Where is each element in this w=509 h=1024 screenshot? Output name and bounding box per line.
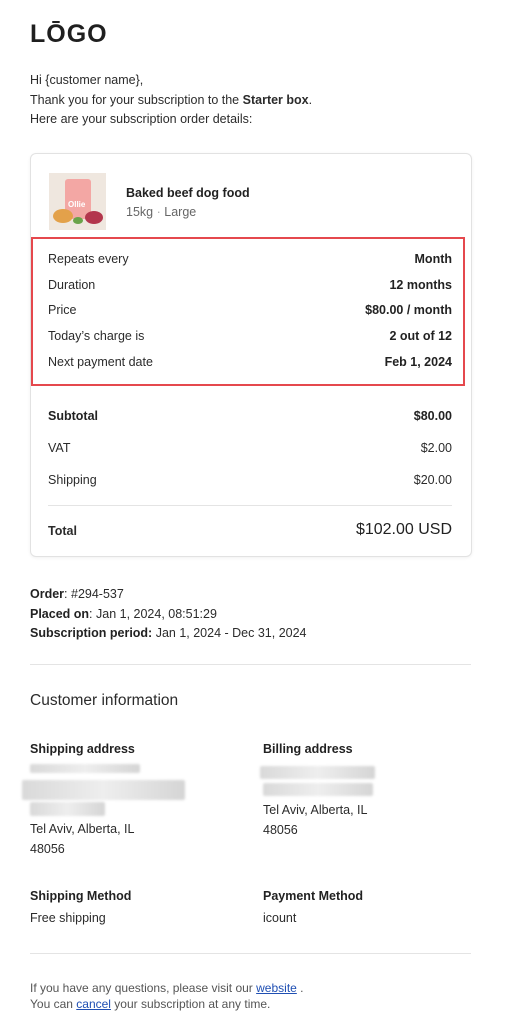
placed-on: Placed on: Jan 1, 2024, 08:51:29 [30,605,307,625]
schedule-label: Price [48,303,77,317]
payment-method-value: icount [263,911,297,925]
product-weight: 15kg [126,205,154,219]
subscription-period: Subscription period: Jan 1, 2024 - Dec 3… [30,624,307,644]
shipping-city: Tel Aviv, Alberta, IL [30,822,135,836]
redacted-text [30,764,140,773]
product-image: Ollie [49,173,106,230]
schedule-value: 2 out of 12 [389,329,452,343]
schedule-value: 12 months [389,278,452,292]
schedule-value: Feb 1, 2024 [384,355,452,369]
total-label: Total [48,524,77,538]
billing-city: Tel Aviv, Alberta, IL [263,803,368,817]
shipping-method-value: Free shipping [30,911,106,925]
food-shape [85,211,103,224]
order-meta: Order: #294-537 Placed on: Jan 1, 2024, … [30,585,307,644]
shipping-method-label: Shipping Method [30,889,132,903]
footer-suffix: . [296,981,304,995]
billing-address-text: Tel Aviv, Alberta, IL 48056 [263,801,367,840]
thanks-line: Thank you for your subscription to the S… [30,91,312,111]
thanks-prefix: Thank you for your subscription to the [30,92,243,107]
website-link[interactable]: website [256,981,297,995]
details-line: Here are your subscription order details… [30,112,253,126]
redacted-text [260,766,375,779]
redacted-text [22,780,185,800]
period-value: Jan 1, 2024 - Dec 31, 2024 [152,626,307,640]
intro-text: Hi {customer name}, Thank you for your s… [30,71,312,130]
food-shape [53,209,73,223]
footer-line-2: You can cancel your subscription at any … [30,996,304,1012]
period-label: Subscription period: [30,626,153,640]
placed-label: Placed on [30,606,90,621]
shipping-address-label: Shipping address [30,742,135,756]
shipping-value: $20.00 [413,473,452,487]
thanks-suffix: . [308,92,313,107]
separator: · [156,205,161,219]
footer-prefix: If you have any questions, please visit … [30,981,257,995]
order-value: : #294-537 [64,587,124,601]
divider [48,505,452,506]
subtotal-value: $80.00 [413,409,452,423]
product-size: Large [164,205,197,219]
schedule-value: Month [414,252,452,266]
schedule-label: Next payment date [48,355,153,369]
billing-zip: 48056 [263,822,298,837]
total-value: $102.00 USD [355,521,452,538]
divider [30,664,471,665]
redacted-text [263,783,373,796]
vat-label: VAT [48,441,71,455]
schedule-label: Duration [48,278,96,292]
placed-value: : Jan 1, 2024, 08:51:29 [89,606,217,621]
footer-text: If you have any questions, please visit … [30,980,304,1012]
footer-prefix: You can [30,997,77,1011]
shipping-zip: 48056 [30,841,65,856]
customer-info-heading: Customer information [30,692,179,709]
divider [30,953,471,954]
redacted-text [30,802,105,816]
footer-line-1: If you have any questions, please visit … [30,980,304,996]
cancel-link[interactable]: cancel [76,997,111,1011]
product-name: Baked beef dog food [126,186,250,200]
vat-value: $2.00 [420,441,452,455]
greeting: Hi {customer name}, [30,73,144,87]
product-variant: 15kg · Large [126,205,196,219]
schedule-label: Repeats every [48,252,129,266]
footer-suffix: your subscription at any time. [110,997,271,1011]
bag-label: Ollie [68,200,86,209]
order-number: Order: #294-537 [30,585,307,605]
payment-method-label: Payment Method [263,889,364,903]
logo: LŌGO [30,20,108,48]
billing-address-label: Billing address [263,742,353,756]
schedule-value: $80.00 / month [365,303,452,317]
shipping-address-text: Tel Aviv, Alberta, IL 48056 [30,820,134,859]
leaf-shape [73,217,83,224]
box-name: Starter box [242,92,309,107]
shipping-label: Shipping [48,473,97,487]
schedule-label: Today’s charge is [48,329,145,343]
order-label: Order [30,587,65,601]
subtotal-label: Subtotal [48,409,98,423]
